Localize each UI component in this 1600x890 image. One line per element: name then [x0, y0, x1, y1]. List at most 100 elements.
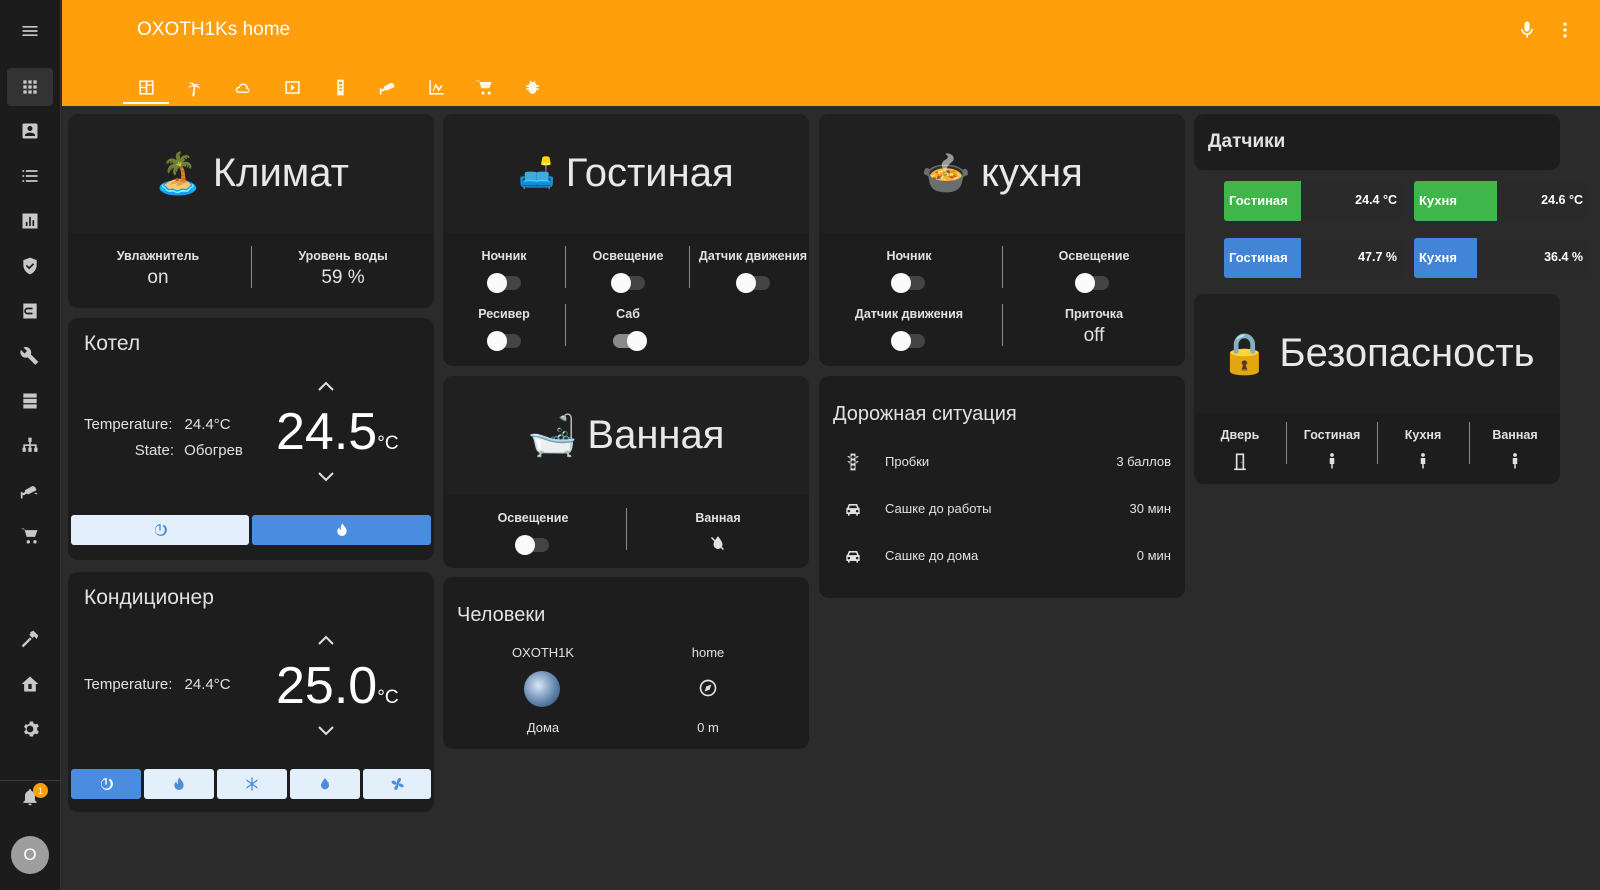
- kitchen-nightlight-toggle[interactable]: [891, 273, 925, 293]
- living-nightlight-toggle[interactable]: [487, 273, 521, 293]
- cart-icon: [20, 528, 38, 544]
- security-title: Безопасность: [1279, 331, 1535, 375]
- power-icon: [154, 524, 167, 536]
- boiler-off-button[interactable]: [71, 515, 249, 545]
- kitchen-nightlight[interactable]: Ночник: [844, 249, 974, 263]
- kitchen-motion-toggle[interactable]: [891, 331, 925, 351]
- sensor-bar-kitchen-temp[interactable]: Кухня 24.6 °C: [1414, 181, 1590, 221]
- list-icon: [22, 170, 38, 182]
- compass-icon[interactable]: [698, 678, 718, 698]
- ac-heat-button[interactable]: [144, 769, 214, 799]
- bath-sensor[interactable]: Ванная: [653, 511, 783, 525]
- security-kitchen[interactable]: Кухня: [1381, 428, 1465, 442]
- sidebar-item-overview[interactable]: [7, 68, 53, 106]
- sidebar-item-shield[interactable]: [7, 247, 53, 285]
- sidebar-item-calendar[interactable]: [7, 292, 53, 330]
- ac-title: Кондиционер: [84, 586, 214, 609]
- sidebar-item-settings[interactable]: [7, 710, 53, 748]
- tab-cctv[interactable]: [368, 70, 408, 104]
- home-automation-icon: [21, 676, 39, 692]
- water-level-value: 59 %: [321, 267, 365, 288]
- security-bath[interactable]: Ванная: [1473, 428, 1557, 442]
- sidebar-item-network[interactable]: [7, 427, 53, 465]
- road-row-work[interactable]: Сашке до работы 30 мин: [833, 497, 1171, 521]
- living-nightlight[interactable]: Ночник: [449, 249, 559, 263]
- bath-light-toggle[interactable]: [515, 535, 549, 555]
- security-living[interactable]: Гостиная: [1290, 428, 1374, 442]
- humidifier-entity[interactable]: Увлажнитель on: [93, 249, 223, 289]
- water-level-entity[interactable]: Уровень воды 59 %: [278, 249, 408, 289]
- living-motion[interactable]: Датчик движения: [691, 249, 809, 263]
- ac-fan-button[interactable]: [363, 769, 431, 799]
- kitchen-vent-label: Приточка: [1064, 307, 1124, 321]
- wrench-icon: [20, 346, 39, 365]
- cctv-icon: [20, 486, 38, 499]
- power-icon: [100, 778, 113, 790]
- sensor-label: Гостиная: [1229, 250, 1288, 265]
- tab-media[interactable]: [272, 70, 312, 104]
- car-icon: [846, 551, 860, 563]
- living-receiver[interactable]: Ресивер: [449, 307, 559, 321]
- door-label: Дверь: [1220, 428, 1260, 442]
- sidebar-item-automation[interactable]: [7, 665, 53, 703]
- tab-climate[interactable]: [174, 70, 214, 104]
- kitchen-light-label: Освещение: [1058, 249, 1130, 263]
- tab-weather[interactable]: [223, 70, 263, 104]
- menu-icon[interactable]: [7, 12, 53, 50]
- living-light-toggle[interactable]: [611, 273, 645, 293]
- kitchen-vent[interactable]: Приточка off: [1029, 307, 1159, 347]
- tab-remote[interactable]: [320, 70, 360, 104]
- sidebar-item-history[interactable]: [7, 202, 53, 240]
- tab-shopping[interactable]: [464, 70, 504, 104]
- tab-history[interactable]: [416, 70, 456, 104]
- sidebar-item-tools[interactable]: [7, 337, 53, 375]
- sidebar-item-logbook[interactable]: [7, 157, 53, 195]
- living-light[interactable]: Освещение: [573, 249, 683, 263]
- sidebar-item-server[interactable]: [7, 382, 53, 420]
- receiver-label: Ресивер: [478, 307, 530, 321]
- sidebar-item-developer[interactable]: [7, 620, 53, 658]
- remote-icon: [336, 79, 344, 95]
- avatar[interactable]: O: [11, 836, 49, 874]
- security-door[interactable]: Дверь: [1200, 428, 1280, 442]
- kitchen-light[interactable]: Освещение: [1029, 249, 1159, 263]
- chevron-up-icon[interactable]: [317, 380, 335, 392]
- ac-cool-button[interactable]: [217, 769, 287, 799]
- ac-temp-value: 24.4°C: [184, 676, 231, 693]
- living-motion-toggle[interactable]: [736, 273, 770, 293]
- sensor-label: Гостиная: [1229, 193, 1288, 208]
- sidebar-item-cart[interactable]: [7, 517, 53, 555]
- sidebar-item-cctv[interactable]: [7, 472, 53, 510]
- boiler-temp-label: Temperature:: [84, 416, 173, 433]
- chevron-up-icon[interactable]: [317, 634, 335, 646]
- kitchen-vent-value: off: [1083, 325, 1105, 346]
- chevron-down-icon[interactable]: [317, 725, 335, 737]
- person-avatar[interactable]: [524, 671, 560, 707]
- ac-dry-button[interactable]: [290, 769, 360, 799]
- bath-light[interactable]: Освещение: [468, 511, 598, 525]
- living-sub[interactable]: Саб: [573, 307, 683, 321]
- road-row-home[interactable]: Сашке до дома 0 мин: [833, 544, 1171, 568]
- kitchen-motion[interactable]: Датчик движения: [839, 307, 979, 321]
- cctv-icon: [379, 82, 395, 95]
- sensor-bar-kitchen-humidity[interactable]: Кухня 36.4 %: [1414, 238, 1590, 278]
- kitchen-light-toggle[interactable]: [1075, 273, 1109, 293]
- living-receiver-toggle[interactable]: [487, 331, 521, 351]
- chevron-down-icon[interactable]: [317, 471, 335, 483]
- sidebar-item-notifications[interactable]: 1: [7, 778, 53, 816]
- tab-dashboard[interactable]: [123, 70, 169, 104]
- climate-title: Климат: [212, 151, 349, 195]
- sensor-bar-living-humidity[interactable]: Гостиная 47.7 %: [1224, 238, 1404, 278]
- more-vert-icon[interactable]: [1554, 17, 1576, 43]
- boiler-temp-value: 24.4°C: [184, 416, 231, 433]
- tab-debug[interactable]: [512, 70, 552, 104]
- ac-off-button[interactable]: [71, 769, 141, 799]
- microphone-icon[interactable]: [1516, 17, 1538, 43]
- boiler-heat-button[interactable]: [252, 515, 431, 545]
- media-icon: [284, 80, 300, 94]
- water-off-icon: [710, 536, 724, 551]
- road-row-traffic[interactable]: Пробки 3 баллов: [833, 450, 1171, 474]
- sidebar-item-account[interactable]: [7, 112, 53, 150]
- living-sub-toggle[interactable]: [613, 331, 647, 351]
- sensor-bar-living-temp[interactable]: Гостиная 24.4 °C: [1224, 181, 1404, 221]
